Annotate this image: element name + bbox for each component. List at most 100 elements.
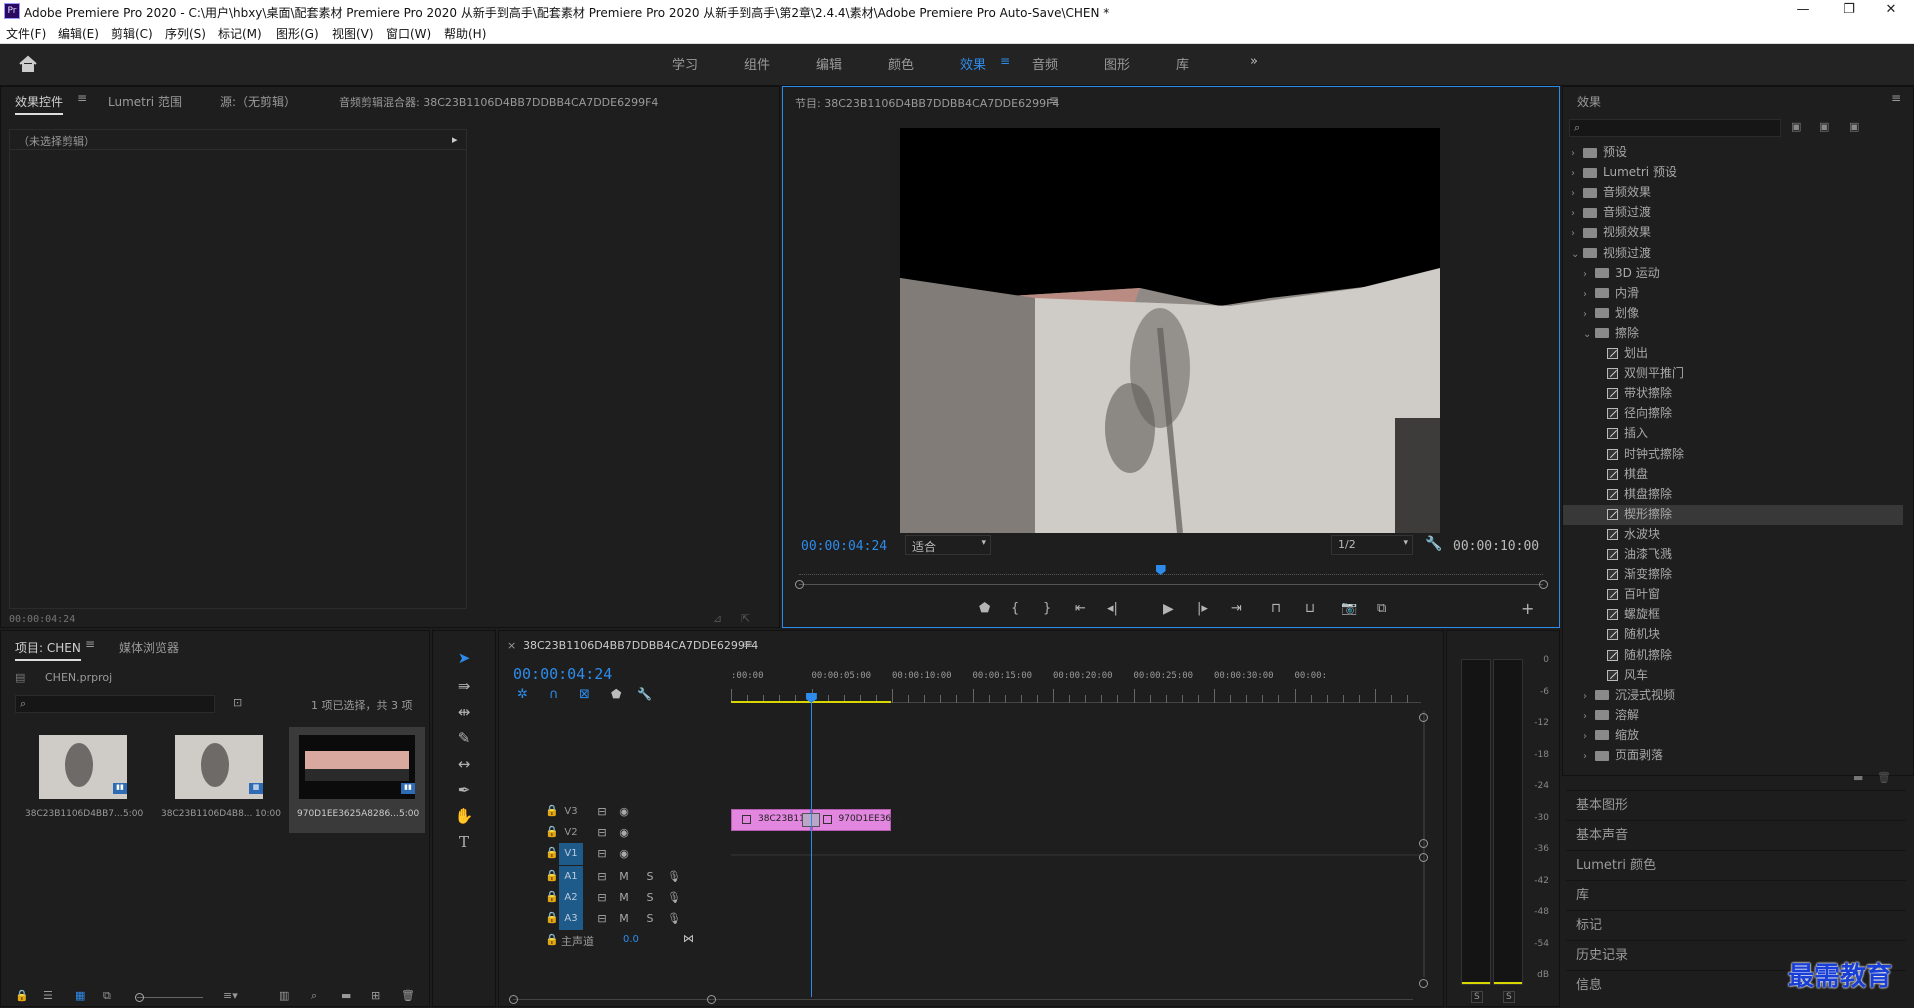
project-item[interactable]: ▦ 38C23B1106D4B8... 10:00 (151, 727, 285, 833)
effect-folder[interactable]: › 音频效果 (1563, 183, 1903, 203)
effect-item[interactable]: 百叶窗 (1563, 585, 1903, 605)
yuv-effects-icon[interactable]: ▣ (1849, 120, 1859, 133)
comparison-view-icon[interactable]: ⧉ (1377, 601, 1386, 616)
track-lock-icon[interactable]: 🔒 (545, 911, 559, 924)
extract-icon[interactable]: ⊔ (1305, 601, 1315, 616)
effect-folder[interactable]: › 划像 (1563, 304, 1903, 324)
mute-button[interactable]: M (613, 887, 635, 909)
effect-folder[interactable]: › 视频效果 (1563, 223, 1903, 243)
close-button[interactable]: ✕ (1868, 0, 1914, 22)
zoom-bar[interactable] (799, 584, 1543, 585)
chevron-down-icon[interactable]: ⌄ (1571, 249, 1583, 260)
horizontal-scrollbar[interactable] (513, 999, 1413, 1000)
effect-folder[interactable]: ⌄ 擦除 (1563, 324, 1903, 344)
new-search-bin-icon[interactable]: ⊡ (233, 696, 242, 709)
tab-audio-clip-mixer[interactable]: 音频剪辑混合器: 38C23B1106D4BB7DDBB4CA7DDE6299F… (339, 94, 658, 110)
pen-tool-icon[interactable]: ✒ (453, 779, 475, 801)
menu-marker[interactable]: 标记(M) (218, 25, 262, 42)
menu-edit[interactable]: 编辑(E) (58, 25, 99, 42)
track-label[interactable]: V1 (559, 843, 583, 865)
chevron-right-icon[interactable]: › (1583, 289, 1595, 300)
tab-media-browser[interactable]: 媒体浏览器 (119, 639, 179, 656)
resolution-dropdown[interactable]: 1/2 ▾ (1331, 535, 1413, 555)
add-marker-icon[interactable]: ⬟ (979, 601, 990, 616)
restore-button[interactable]: ❐ (1826, 0, 1872, 22)
effect-item[interactable]: 棋盘 (1563, 465, 1903, 485)
effect-folder[interactable]: › 3D 运动 (1563, 264, 1903, 284)
icon-view-icon[interactable]: ▦ (75, 989, 85, 1002)
panel-libraries[interactable]: 库 (1566, 880, 1906, 910)
chevron-right-icon[interactable]: › (1571, 188, 1583, 199)
eye-icon[interactable]: ◉ (613, 822, 635, 844)
program-menu-icon[interactable]: ≡ (1049, 93, 1059, 107)
expand-arrow-icon[interactable]: ▸ (452, 133, 458, 146)
timeline-clip[interactable]: 38C23B1106 (731, 809, 816, 831)
step-forward-icon[interactable]: |▸ (1197, 601, 1208, 616)
solo-button[interactable]: S (639, 887, 661, 909)
effect-folder[interactable]: › 溶解 (1563, 706, 1903, 726)
selection-tool-icon[interactable]: ➤ (453, 647, 475, 669)
panel-essential-sound[interactable]: 基本声音 (1566, 820, 1906, 850)
effect-folder[interactable]: ⌄ 视频过渡 (1563, 244, 1903, 264)
ws-editing[interactable]: 编辑 (816, 54, 842, 73)
solo-button[interactable]: S (639, 908, 661, 930)
new-item-icon[interactable]: ⊞ (371, 989, 380, 1002)
tab-lumetri-scopes[interactable]: Lumetri 范围 (108, 93, 182, 110)
track-label[interactable]: V2 (559, 822, 583, 844)
find-icon[interactable]: ⌕ (311, 989, 317, 1003)
chevron-right-icon[interactable]: › (1583, 731, 1595, 742)
ws-overflow-icon[interactable]: » (1250, 54, 1258, 69)
effect-item[interactable]: 带状擦除 (1563, 384, 1903, 404)
effect-folder[interactable]: › 页面剥落 (1563, 746, 1903, 766)
razor-tool-icon[interactable]: ✎ (453, 727, 475, 749)
eye-icon[interactable]: ◉ (613, 843, 635, 865)
lock-icon[interactable]: 🔒 (15, 989, 29, 1002)
fit-dropdown[interactable]: 适合 ▾ (905, 535, 991, 555)
toggle-sync-lock-icon[interactable]: ⊟ (591, 866, 613, 888)
menu-graphics[interactable]: 图形(G) (276, 25, 319, 42)
chevron-right-icon[interactable]: › (1583, 711, 1595, 722)
voiceover-icon[interactable]: 🎙 (663, 908, 685, 930)
track-label[interactable]: V3 (559, 801, 583, 823)
ws-effects[interactable]: 效果 (960, 54, 986, 73)
home-icon[interactable] (18, 55, 38, 73)
toggle-sync-lock-icon[interactable]: ⊟ (591, 822, 613, 844)
minimize-button[interactable]: — (1780, 0, 1826, 22)
chevron-down-icon[interactable]: ⌄ (1583, 329, 1595, 340)
chevron-right-icon[interactable]: › (1583, 269, 1595, 280)
menu-clip[interactable]: 剪辑(C) (111, 25, 153, 42)
ws-audio[interactable]: 音频 (1032, 54, 1058, 73)
panel-menu-icon[interactable]: ≡ (77, 91, 87, 105)
timeline-playhead[interactable] (805, 693, 817, 997)
track-lock-icon[interactable]: 🔒 (545, 846, 559, 859)
solo-button[interactable]: S (639, 866, 661, 888)
mute-button[interactable]: M (613, 908, 635, 930)
play-icon[interactable]: ▶ (1163, 601, 1174, 617)
track-lock-icon[interactable]: 🔒 (545, 890, 559, 903)
chevron-right-icon[interactable]: › (1571, 228, 1583, 239)
chevron-right-icon[interactable]: › (1571, 168, 1583, 179)
toggle-sync-lock-icon[interactable]: ⊟ (591, 887, 613, 909)
chevron-right-icon[interactable]: › (1571, 148, 1583, 159)
go-to-in-icon[interactable]: ⇤ (1075, 601, 1086, 616)
ws-learn[interactable]: 学习 (672, 54, 698, 73)
effect-item[interactable]: 渐变擦除 (1563, 565, 1903, 585)
panel-markers[interactable]: 标记 (1566, 910, 1906, 940)
menu-help[interactable]: 帮助(H) (444, 25, 486, 42)
h-scroll-handle-right[interactable] (707, 995, 716, 1004)
menu-file[interactable]: 文件(F) (6, 25, 46, 42)
scroll-handle[interactable] (1419, 839, 1428, 848)
track-label[interactable]: A2 (559, 887, 583, 909)
chevron-right-icon[interactable]: › (1571, 208, 1583, 219)
h-scroll-handle-left[interactable] (509, 995, 518, 1004)
effect-item[interactable]: 随机块 (1563, 625, 1903, 645)
mark-out-icon[interactable]: } (1043, 601, 1051, 616)
project-search-input[interactable]: ⌕ (15, 695, 215, 713)
export-frame-icon[interactable]: 📷 (1341, 601, 1357, 616)
32bit-effects-icon[interactable]: ▣ (1819, 120, 1829, 133)
master-meter-toggle-icon[interactable]: ⋈ (683, 932, 694, 945)
tab-source[interactable]: 源:（无剪辑） (220, 93, 296, 110)
effect-folder[interactable]: › 缩放 (1563, 726, 1903, 746)
ws-effects-menu-icon[interactable]: ≡ (1000, 54, 1010, 68)
effect-item[interactable]: 径向擦除 (1563, 404, 1903, 424)
